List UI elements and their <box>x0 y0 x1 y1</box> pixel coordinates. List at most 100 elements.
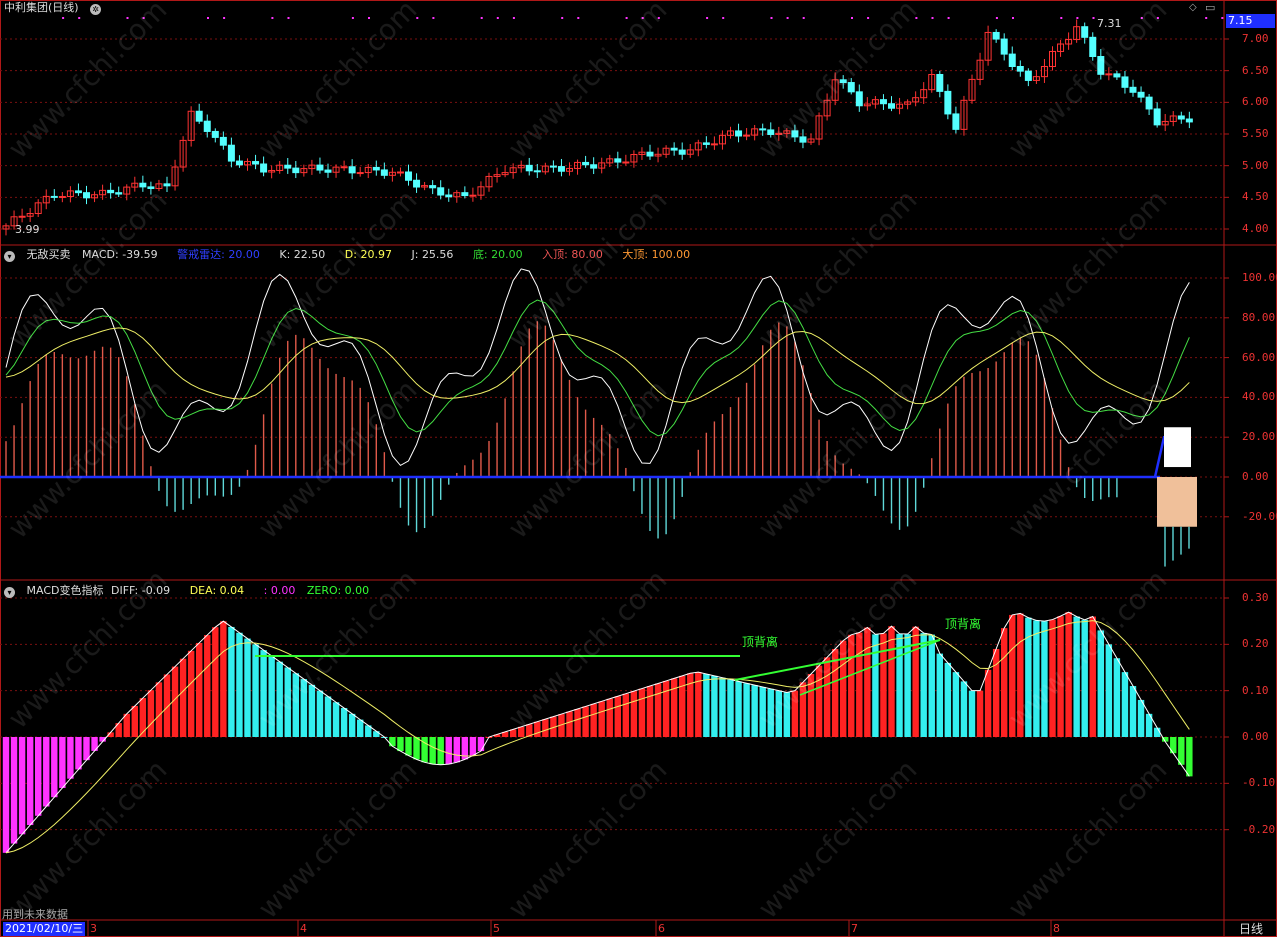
macd-bar <box>413 737 420 760</box>
chart-canvas[interactable]: www.cfchi.com www.cfchi.com www.cfchi.com w… <box>0 0 1277 937</box>
macd-bar <box>976 690 984 737</box>
low-mark: 3.99 <box>15 223 40 236</box>
candle-body <box>1153 108 1161 126</box>
macd-bar <box>139 698 147 737</box>
macd-bar <box>123 713 130 737</box>
divergence-annotation-2: 顶背离 <box>945 617 982 631</box>
candle-body <box>324 169 332 173</box>
candle-body <box>252 161 260 165</box>
macd-bar <box>2 737 10 853</box>
watermark-text: www.cfchi.com <box>752 0 924 165</box>
macd-bar <box>1137 699 1145 737</box>
price-tick: 6.00 <box>1242 95 1269 109</box>
collapse-icon-2[interactable]: ▾ <box>4 587 15 598</box>
watermark-text: www.cfchi.com <box>502 373 674 545</box>
macd-value: -39.59 <box>122 248 158 261</box>
candle-body <box>557 166 565 172</box>
candle-body <box>879 99 887 105</box>
macd-bar <box>574 708 581 737</box>
macd-bar <box>51 737 58 798</box>
candle-body <box>115 192 123 195</box>
macd-bar <box>630 691 638 737</box>
macd-bar <box>316 690 324 737</box>
candle-body <box>710 143 718 146</box>
candle-body <box>107 189 115 194</box>
macd-bar <box>196 642 203 737</box>
macd-bar <box>43 737 50 807</box>
panel2-header: ▾ 无敌买卖 MACD: -39.59 警戒雷达: 20.00 K: 22.50… <box>4 247 706 263</box>
period-button[interactable]: 日线 <box>1226 921 1276 937</box>
macd-bar <box>880 633 887 737</box>
macd-bar <box>735 681 742 737</box>
signal-dot <box>561 17 564 19</box>
candle-body <box>18 215 26 218</box>
signal-dot <box>1092 17 1095 19</box>
signal-dot <box>1205 17 1208 19</box>
panel3-name: MACD变色指标 <box>26 584 104 597</box>
candle-body <box>670 147 678 151</box>
signal-dot <box>62 17 65 19</box>
watermark-text: www.cfchi.com <box>252 373 424 545</box>
collapse-icon[interactable]: ▾ <box>4 251 15 262</box>
fullscreen-icon[interactable]: ▭ <box>1205 1 1215 14</box>
macd-bar <box>244 638 251 737</box>
signal-dot <box>706 17 709 19</box>
macd-bar <box>445 737 452 765</box>
date-cursor-label: 2021/02/10/三 <box>3 922 86 936</box>
macd-bar <box>727 679 734 737</box>
candle-body <box>83 192 90 199</box>
diff-label: DIFF: <box>110 584 139 597</box>
watermark-text: www.cfchi.com <box>2 183 174 355</box>
macd-bar <box>542 719 549 737</box>
dea-label: DEA: <box>189 584 217 597</box>
signal-dot <box>78 17 81 19</box>
candle-body <box>74 190 82 194</box>
stock-name: 中利集团 <box>4 1 48 14</box>
signal-dot <box>851 17 853 19</box>
macd-bar <box>646 686 654 737</box>
macd-bar <box>928 634 935 737</box>
macd-bar <box>582 706 589 737</box>
month-label: 8 <box>1053 922 1060 935</box>
zero-value: 0.00 <box>344 584 370 597</box>
macd-bar <box>904 634 911 737</box>
macd-bar <box>1121 672 1129 737</box>
alert-value: 20.00 <box>228 248 260 261</box>
signal-dot <box>480 17 483 19</box>
month-label: 6 <box>658 922 665 935</box>
macd-bar <box>1186 737 1193 777</box>
diamond-icon[interactable]: ◇ <box>1189 2 1197 13</box>
month-label: 4 <box>300 922 307 935</box>
macd-tick: 0.00 <box>1242 730 1269 743</box>
watermark-text: www.cfchi.com <box>2 373 174 545</box>
macd-bar <box>598 701 605 737</box>
signal-dot <box>770 17 773 19</box>
kdj-tick: 100.00 <box>1242 271 1277 284</box>
candle-body <box>429 185 437 189</box>
candle-body <box>461 192 469 197</box>
alert-box-peach <box>1157 477 1197 527</box>
settings-icon[interactable]: ✲ <box>90 4 102 15</box>
macd-bar <box>212 627 219 737</box>
watermark-text: www.cfchi.com <box>502 0 674 165</box>
macd-bar <box>968 690 976 737</box>
candle-body <box>445 194 453 198</box>
macd-bar <box>389 737 396 747</box>
macd-bar <box>662 680 670 737</box>
candle-body <box>1177 115 1185 120</box>
macd-bar <box>719 677 726 737</box>
candle-body <box>380 169 388 176</box>
candle-body <box>646 151 654 157</box>
candle-body <box>292 167 300 174</box>
candle-body <box>936 73 944 92</box>
candle-body <box>163 183 171 187</box>
macd-tick: 0.30 <box>1242 591 1269 604</box>
macd-bar <box>638 688 646 737</box>
entry-top-value: 80.00 <box>571 248 603 261</box>
zero-label: ZERO: <box>306 584 342 597</box>
kdj-tick: -20.00 <box>1242 509 1277 523</box>
macd-bar <box>83 737 90 761</box>
diff-value: -0.09 <box>141 584 171 597</box>
alert-box-white <box>1164 427 1191 468</box>
kdj-tick: 0.00 <box>1242 470 1269 483</box>
